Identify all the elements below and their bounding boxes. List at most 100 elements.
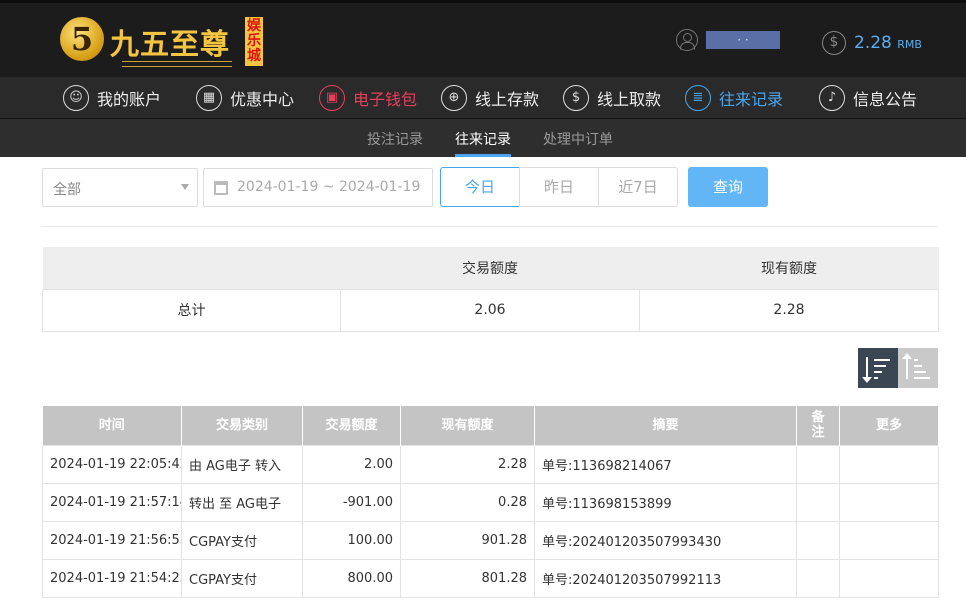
nav-item-label: 优惠中心: [230, 90, 295, 109]
gift-icon: ▦: [196, 85, 222, 111]
cell-note: [796, 520, 840, 560]
cell-more: [839, 482, 939, 522]
calendar-icon: [214, 181, 228, 195]
cell-summary: 单号:113698153899: [534, 482, 797, 522]
nav-item-my-account[interactable]: ☺ 我的账户: [63, 83, 161, 113]
summary-header-amount: 交易额度: [340, 247, 640, 289]
main-nav: ☺ 我的账户 ▦ 优惠中心 ▣ 电子钱包 ⊕ 线上存款 $ 线上取款 ≣ 往来记…: [0, 77, 966, 119]
sort-asc-icon: [902, 353, 912, 379]
cell-time: 2024-01-19 21:54:25: [42, 558, 182, 598]
cell-time: 2024-01-19 21:57:14: [42, 482, 182, 522]
summary-total-amount: 2.06: [340, 288, 640, 332]
balance-amount: 2.28: [854, 33, 892, 53]
cell-amount: -901.00: [302, 482, 401, 522]
summary-total-label: 总计: [42, 288, 341, 332]
sub-nav: 投注记录 往来记录 处理中订单: [0, 119, 966, 157]
transaction-type-select[interactable]: 全部: [42, 168, 198, 207]
cell-balance: 901.28: [400, 520, 535, 560]
cell-note: [796, 482, 840, 522]
wallet-icon: ▣: [319, 85, 345, 111]
nav-item-label: 信息公告: [853, 90, 918, 109]
cell-balance: 801.28: [400, 558, 535, 598]
nav-item-label: 我的账户: [97, 90, 162, 109]
tab-bet-records[interactable]: 投注记录: [367, 129, 423, 149]
cell-more: [839, 520, 939, 560]
col-header-summary: 摘要: [534, 406, 797, 445]
col-header-more: 更多: [839, 406, 939, 445]
col-header-time: 时间: [42, 406, 182, 445]
cell-type: 转出 至 AG电子: [181, 482, 303, 522]
today-button[interactable]: 今日: [440, 167, 520, 207]
sort-ascending-button[interactable]: [898, 348, 938, 388]
table-row: 2024-01-19 21:57:14 转出 至 AG电子 -901.00 0.…: [42, 482, 939, 522]
bell-icon: ♪: [819, 85, 845, 111]
col-header-type: 交易类别: [181, 406, 303, 445]
sort-descending-button[interactable]: [858, 348, 898, 388]
table-row: 2024-01-19 21:54:25 CGPAY支付 800.00 801.2…: [42, 558, 939, 598]
dollar-coin-icon: $: [822, 31, 846, 55]
summary-table: 交易额度 现有额度 总计 2.06 2.28: [42, 247, 939, 332]
select-value: 全部: [53, 182, 81, 198]
cell-amount: 800.00: [302, 558, 401, 598]
nav-item-announcements[interactable]: ♪ 信息公告: [819, 83, 917, 113]
tab-transaction-records[interactable]: 往来记录: [455, 129, 511, 149]
summary-header-empty: [42, 247, 341, 289]
cell-type: CGPAY支付: [181, 558, 303, 598]
withdraw-icon: $: [563, 85, 589, 111]
site-logo[interactable]: 5 九五至尊 娱乐城: [60, 15, 270, 71]
cell-note: [796, 558, 840, 598]
divider: [42, 226, 938, 227]
cell-note: [796, 444, 840, 484]
summary-total-row: 总计 2.06 2.28: [42, 288, 939, 332]
table-row: 2024-01-19 22:05:42 由 AG电子 转入 2.00 2.28 …: [42, 444, 939, 484]
records-table: 时间 交易类别 交易额度 现有额度 摘要 备注 更多 2024-01-19 22…: [42, 406, 939, 598]
user-icon: [676, 29, 698, 51]
nav-item-transaction-records[interactable]: ≣ 往来记录: [685, 83, 783, 113]
user-icon: ☺: [63, 85, 89, 111]
cell-more: [839, 558, 939, 598]
cell-time: 2024-01-19 21:56:53: [42, 520, 182, 560]
records-header-row: 时间 交易类别 交易额度 现有额度 摘要 备注 更多: [42, 406, 939, 445]
nav-item-online-withdraw[interactable]: $ 线上取款: [563, 83, 661, 113]
cell-time: 2024-01-19 22:05:42: [42, 444, 182, 484]
balance-unit: RMB: [897, 38, 922, 51]
summary-header-row: 交易额度 现有额度: [42, 247, 939, 289]
date-range-value: 2024-01-19 ~ 2024-01-19: [237, 179, 421, 195]
tab-pending-orders[interactable]: 处理中订单: [543, 129, 613, 149]
cell-amount: 2.00: [302, 444, 401, 484]
col-header-amount: 交易额度: [302, 406, 401, 445]
date-range-input[interactable]: 2024-01-19 ~ 2024-01-19: [203, 168, 433, 207]
deposit-icon: ⊕: [441, 85, 467, 111]
cell-more: [839, 444, 939, 484]
cell-balance: 0.28: [400, 482, 535, 522]
nav-item-label: 往来记录: [719, 90, 784, 109]
summary-total-balance: 2.28: [639, 288, 939, 332]
cell-type: CGPAY支付: [181, 520, 303, 560]
user-name: · ·: [706, 31, 780, 49]
cell-summary: 单号:113698214067: [534, 444, 797, 484]
yesterday-button[interactable]: 昨日: [519, 167, 599, 207]
sort-desc-icon: [862, 357, 872, 383]
logo-ornament: [122, 61, 232, 67]
cell-type: 由 AG电子 转入: [181, 444, 303, 484]
cell-summary: 单号:202401203507992113: [534, 558, 797, 598]
summary-header-balance: 现有额度: [639, 247, 939, 289]
col-header-note: 备注: [796, 406, 840, 445]
nav-item-online-deposit[interactable]: ⊕ 线上存款: [441, 83, 539, 113]
nav-item-label: 电子钱包: [353, 90, 418, 109]
caret-down-icon: [181, 184, 189, 190]
nav-item-label: 线上取款: [597, 90, 662, 109]
query-button[interactable]: 查询: [688, 167, 768, 207]
logo-emblem: 5: [60, 17, 104, 61]
nav-item-e-wallet[interactable]: ▣ 电子钱包: [319, 83, 417, 113]
cell-summary: 单号:202401203507993430: [534, 520, 797, 560]
active-tab-indicator: [455, 154, 511, 157]
cell-amount: 100.00: [302, 520, 401, 560]
top-header: 5 九五至尊 娱乐城 · · $ 2.28 RMB: [0, 0, 966, 77]
cell-balance: 2.28: [400, 444, 535, 484]
last-7-days-button[interactable]: 近7日: [598, 167, 678, 207]
nav-item-promotions[interactable]: ▦ 优惠中心: [196, 83, 294, 113]
nav-item-label: 线上存款: [475, 90, 540, 109]
records-icon: ≣: [685, 85, 711, 111]
logo-subtitle: 娱乐城: [245, 17, 263, 66]
